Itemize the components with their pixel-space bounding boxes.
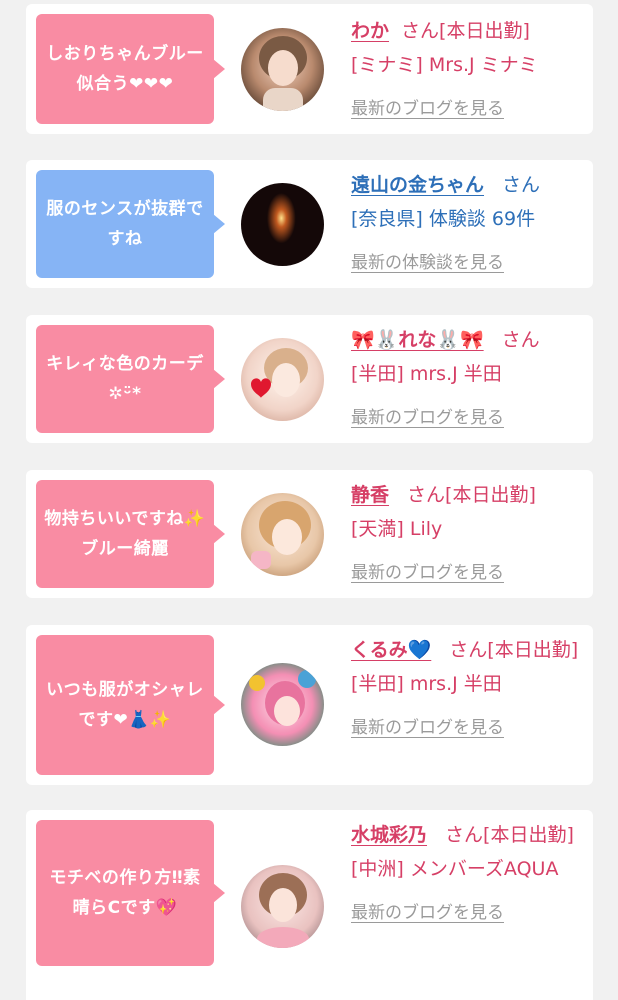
shop-name: [半田] mrs.J 半田 — [351, 363, 502, 385]
reviewer-info: 水城彩乃 さん[本日出勤] [中洲] メンバーズAQUA 最新のブログを見る — [351, 818, 581, 930]
review-card: 服のセンスが抜群ですね 遠山の金ちゃん さん [奈良県] 体験談 69件 最新の体… — [26, 160, 593, 288]
comment-bubble: モチベの作り方‼素晴らCです💖 — [36, 820, 225, 966]
comment-bubble: 物持ちいいですね✨ブルー綺麗 — [36, 480, 225, 588]
comment-text: キレィな色のカーデ✲ᵕ̈* — [46, 354, 204, 404]
review-card: いつも服がオシャレです❤👗✨ くるみ💙 さん[本日出勤] [半田] mrs.J 半… — [26, 625, 593, 785]
honorific: さん — [401, 20, 440, 42]
honorific: さん — [501, 329, 540, 351]
honorific: さん — [407, 484, 446, 506]
honorific: さん — [449, 639, 488, 661]
status-badge: [本日出勤] — [445, 484, 536, 506]
reviewer-name-link[interactable]: くるみ💙 — [351, 639, 431, 661]
comment-text: いつも服がオシャレです❤👗✨ — [46, 680, 204, 730]
shop-name: [半田] mrs.J 半田 — [351, 673, 502, 695]
status-badge: [本日出勤] — [487, 639, 579, 661]
avatar-photo-icon — [241, 338, 324, 421]
avatar[interactable] — [241, 183, 324, 266]
avatar[interactable] — [241, 28, 324, 111]
reviewer-name-link[interactable]: 水城彩乃 — [351, 824, 427, 846]
avatar[interactable] — [241, 663, 324, 746]
shop-name: [天満] Lily — [351, 518, 443, 540]
review-card: 物持ちいいですね✨ブルー綺麗 静香 さん[本日出勤] [天満] Lily 最新のブ… — [26, 470, 593, 598]
avatar-photo-icon — [241, 493, 324, 576]
reviewer-name-link[interactable]: 遠山の金ちゃん — [351, 174, 484, 196]
review-card: キレィな色のカーデ✲ᵕ̈* 🎀🐰れな🐰🎀 さん [半田] mrs.J 半田 最新の… — [26, 315, 593, 443]
reviewer-name-link[interactable]: 静香 — [351, 484, 389, 506]
comment-text: 物持ちいいですね✨ブルー綺麗 — [44, 509, 206, 559]
blog-link[interactable]: 最新のブログを見る — [351, 711, 504, 745]
avatar[interactable] — [241, 865, 324, 948]
shop-name: [中洲] メンバーズAQUA — [351, 858, 559, 880]
blog-link[interactable]: 最新のブログを見る — [351, 556, 504, 590]
reviewer-name-link[interactable]: わか — [351, 20, 389, 42]
avatar-photo-icon — [241, 28, 324, 111]
reviewer-info: わか さん[本日出勤] [ミナミ] Mrs.J ミナミ 最新のブログを見る — [351, 14, 581, 126]
comment-bubble: キレィな色のカーデ✲ᵕ̈* — [36, 325, 225, 433]
comment-text: モチベの作り方‼素晴らCです💖 — [49, 868, 201, 918]
comment-bubble: 服のセンスが抜群ですね — [36, 170, 225, 278]
comment-text: しおりちゃんブルー似合う❤❤❤ — [46, 44, 204, 94]
review-link[interactable]: 最新の体験談を見る — [351, 246, 504, 280]
avatar[interactable] — [241, 493, 324, 576]
blog-link[interactable]: 最新のブログを見る — [351, 92, 504, 126]
comment-bubble: いつも服がオシャレです❤👗✨ — [36, 635, 225, 775]
comment-text: 服のセンスが抜群ですね — [46, 199, 204, 249]
reviewer-info: 遠山の金ちゃん さん [奈良県] 体験談 69件 最新の体験談を見る — [351, 168, 581, 280]
blog-link[interactable]: 最新のブログを見る — [351, 401, 504, 435]
status-badge: [本日出勤] — [483, 824, 574, 846]
avatar[interactable] — [241, 338, 324, 421]
comment-bubble: しおりちゃんブルー似合う❤❤❤ — [36, 14, 225, 124]
reviewer-info: くるみ💙 さん[本日出勤] [半田] mrs.J 半田 最新のブログを見る — [351, 633, 581, 745]
reviewer-info: 🎀🐰れな🐰🎀 さん [半田] mrs.J 半田 最新のブログを見る — [351, 323, 581, 435]
reviewer-info: 静香 さん[本日出勤] [天満] Lily 最新のブログを見る — [351, 478, 581, 590]
avatar-photo-icon — [241, 663, 324, 746]
honorific: さん — [445, 824, 484, 846]
avatar-photo-icon — [241, 865, 324, 948]
review-card: モチベの作り方‼素晴らCです💖 水城彩乃 さん[本日出勤] [中洲] メンバーズA… — [26, 810, 593, 1000]
avatar-photo-icon — [241, 183, 324, 266]
status-badge: [本日出勤] — [439, 20, 530, 42]
reviewer-name-link[interactable]: 🎀🐰れな🐰🎀 — [351, 329, 484, 351]
shop-name: [奈良県] 体験談 69件 — [351, 208, 536, 230]
shop-name: [ミナミ] Mrs.J ミナミ — [351, 54, 538, 76]
honorific: さん — [502, 174, 541, 196]
review-card: しおりちゃんブルー似合う❤❤❤ わか さん[本日出勤] [ミナミ] Mrs.J ミ… — [26, 4, 593, 134]
blog-link[interactable]: 最新のブログを見る — [351, 896, 504, 930]
